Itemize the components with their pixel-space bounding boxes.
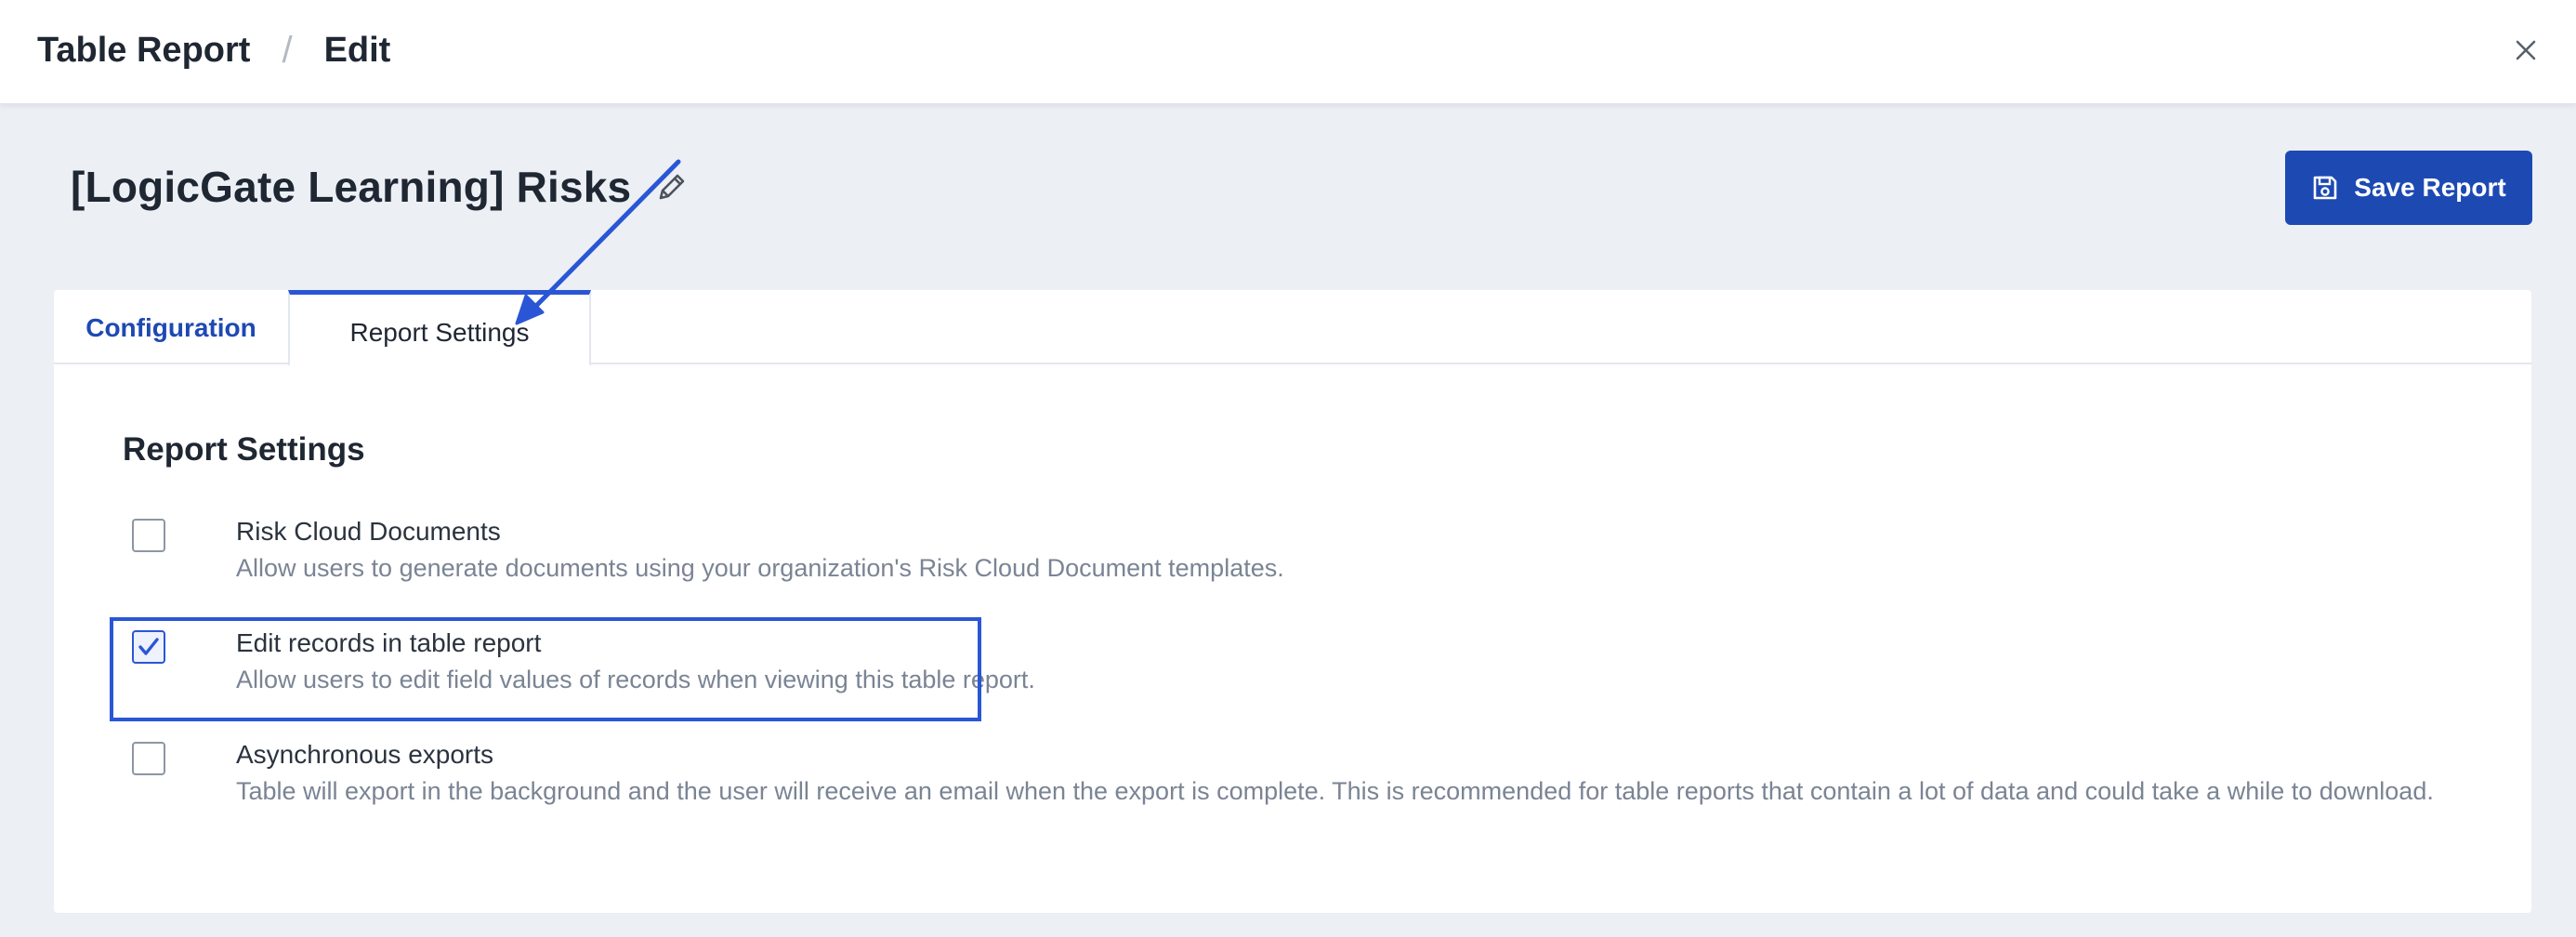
option-label: Risk Cloud Documents bbox=[236, 517, 501, 546]
top-bar: Table Report / Edit bbox=[0, 0, 2576, 104]
breadcrumb-separator: / bbox=[282, 29, 293, 71]
close-button[interactable] bbox=[2504, 28, 2548, 73]
option-label: Asynchronous exports bbox=[236, 740, 494, 769]
report-edit-panel: Configuration Report Settings Report Set… bbox=[54, 290, 2531, 913]
save-report-button[interactable]: Save Report bbox=[2285, 151, 2532, 225]
pencil-icon bbox=[660, 174, 685, 200]
breadcrumb-current: Edit bbox=[323, 30, 391, 70]
edit-title-button[interactable] bbox=[653, 168, 690, 205]
option-description: Table will export in the background and … bbox=[236, 777, 2434, 805]
asynchronous-exports-checkbox[interactable] bbox=[132, 742, 165, 775]
save-report-label: Save Report bbox=[2354, 173, 2506, 202]
option-description: Allow users to generate documents using … bbox=[236, 554, 1284, 582]
annotation-highlight-box bbox=[110, 617, 981, 721]
tab-report-settings[interactable]: Report Settings bbox=[288, 290, 591, 366]
page-title: [LogicGate Learning] Risks bbox=[71, 163, 632, 211]
breadcrumb: Table Report / Edit bbox=[37, 24, 390, 76]
floppy-disk-icon bbox=[2313, 176, 2337, 200]
close-icon bbox=[2516, 40, 2536, 60]
breadcrumb-parent[interactable]: Table Report bbox=[37, 31, 250, 71]
risk-cloud-documents-checkbox[interactable] bbox=[132, 519, 165, 552]
tab-bar: Configuration Report Settings bbox=[54, 290, 2531, 366]
page-header: [LogicGate Learning] Risks bbox=[71, 156, 690, 218]
section-title: Report Settings bbox=[123, 431, 365, 468]
tab-configuration[interactable]: Configuration bbox=[54, 290, 288, 366]
